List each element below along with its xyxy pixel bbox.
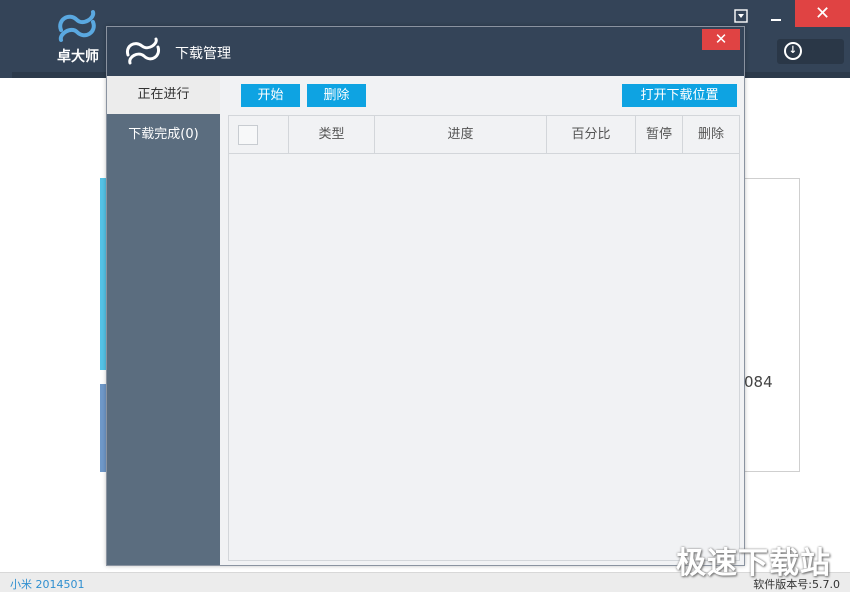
sidebar-item-in-progress[interactable]: 正在进行: [107, 76, 220, 114]
app-panel-value: 084: [744, 373, 773, 391]
dialog-title: 下载管理: [175, 46, 231, 62]
start-button[interactable]: 开始: [241, 84, 300, 107]
download-manager-dialog: 下载管理 ✕ 正在进行 下载完成(0) 开始 删除 打开下载位置 类型 进度 百…: [106, 26, 745, 566]
download-icon: ↓: [784, 42, 802, 60]
app-info-panel: [740, 178, 800, 472]
minimize-icon[interactable]: [766, 6, 786, 26]
dialog-close-button[interactable]: ✕: [702, 29, 740, 50]
delete-button[interactable]: 删除: [307, 84, 366, 107]
app-logo: 卓大师: [48, 8, 108, 68]
column-header-type: 类型: [289, 116, 375, 154]
close-icon: ✕: [814, 3, 831, 24]
column-header-percent: 百分比: [547, 116, 636, 154]
column-header-delete: 删除: [697, 127, 724, 142]
download-manager-button[interactable]: ↓: [777, 39, 844, 64]
column-header-pause: 暂停: [636, 116, 683, 154]
dialog-sidebar: 正在进行 下载完成(0): [107, 76, 220, 565]
select-all-checkbox[interactable]: [238, 125, 258, 145]
close-icon: ✕: [714, 30, 728, 48]
sidebar-item-completed[interactable]: 下载完成(0): [107, 116, 220, 154]
device-name: 小米 2014501: [10, 578, 85, 591]
dialog-header: 下载管理 ✕: [107, 27, 744, 76]
logo-icon: [58, 10, 96, 42]
dropdown-menu-icon[interactable]: [731, 6, 751, 26]
watermark: 极速下载站: [676, 546, 831, 581]
logo-icon: [125, 37, 161, 65]
open-download-location-button[interactable]: 打开下载位置: [622, 84, 737, 107]
table-header: 类型 进度 百分比 暂停 删除: [229, 116, 739, 154]
column-header-progress: 进度: [375, 116, 547, 154]
download-table: 类型 进度 百分比 暂停 删除: [228, 115, 740, 561]
app-logo-text: 卓大师: [57, 49, 99, 65]
select-all-column: [229, 116, 289, 154]
app-close-button[interactable]: ✕: [795, 0, 850, 27]
